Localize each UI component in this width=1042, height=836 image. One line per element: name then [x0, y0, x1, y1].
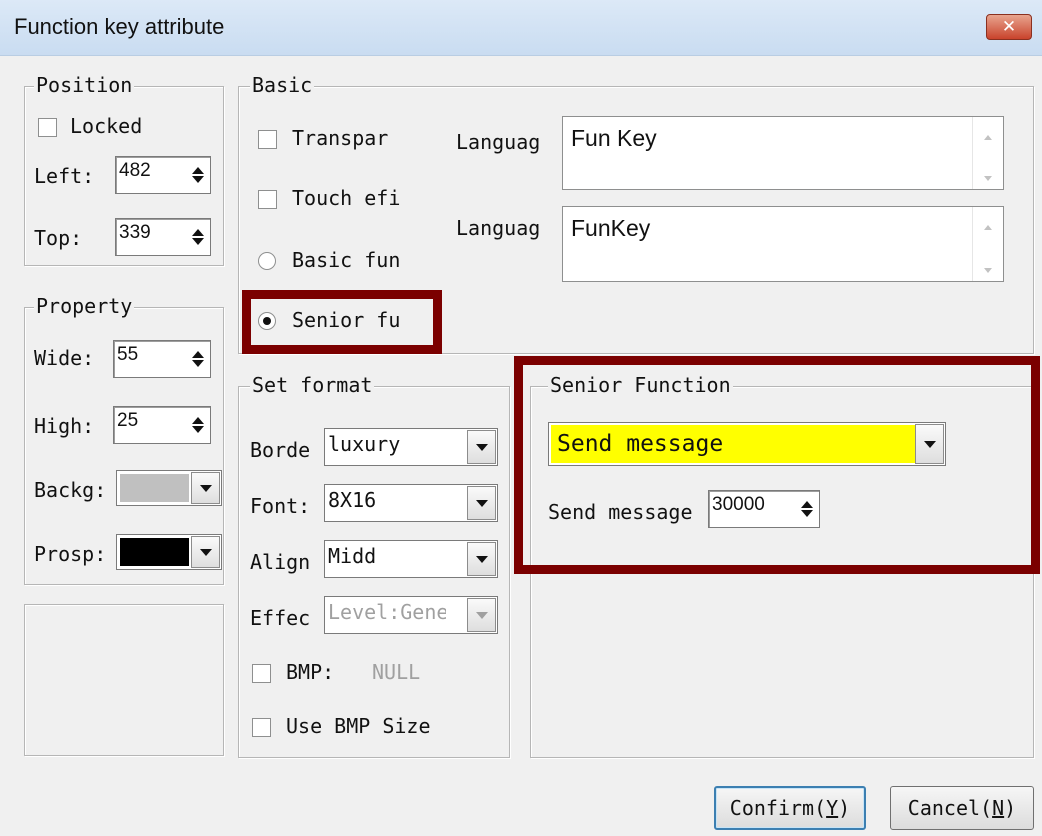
close-icon: ✕: [1001, 17, 1017, 37]
border-value: luxury: [328, 432, 401, 456]
touch-effect-label: Touch efi: [292, 186, 401, 210]
spin-arrows-icon[interactable]: [188, 409, 208, 441]
top-label: Top:: [34, 226, 83, 250]
align-select[interactable]: Midd: [324, 540, 498, 578]
basic-fun-radio[interactable]: [258, 252, 276, 270]
language2-value: FunKey: [571, 215, 651, 241]
language2-input[interactable]: FunKey: [562, 206, 1004, 282]
set-format-legend: Set format: [250, 373, 375, 397]
effect-label: Effec: [250, 606, 311, 630]
senior-function-value: Send message: [551, 425, 915, 463]
backg-color-picker[interactable]: [116, 470, 222, 506]
left-spinbox[interactable]: 482: [115, 156, 211, 194]
chevron-down-icon[interactable]: [467, 542, 496, 576]
font-value: 8X16: [328, 488, 377, 512]
position-legend: Position: [34, 73, 135, 97]
chevron-down-icon[interactable]: [915, 424, 944, 464]
language1-label: Languag: [456, 130, 541, 154]
language1-value: Fun Key: [571, 125, 657, 151]
spin-arrows-icon[interactable]: [188, 221, 208, 253]
chevron-down-icon[interactable]: [191, 472, 220, 504]
locked-label: Locked: [70, 114, 143, 138]
basic-fun-label: Basic fun: [292, 248, 401, 272]
spin-arrows-icon[interactable]: [188, 159, 208, 191]
senior-function-select[interactable]: Send message: [548, 422, 946, 466]
scroll-up-icon: [984, 225, 992, 230]
chevron-down-icon[interactable]: [467, 598, 496, 632]
senior-fu-label: Senior fu: [292, 308, 401, 332]
left-label: Left:: [34, 164, 95, 188]
cancel-button[interactable]: Cancel(N): [890, 786, 1034, 830]
high-value: 25: [117, 410, 139, 431]
send-message-label: Send message: [548, 500, 693, 524]
effect-select[interactable]: Level:Gene: [324, 596, 498, 634]
border-select[interactable]: luxury: [324, 428, 498, 466]
font-select[interactable]: 8X16: [324, 484, 498, 522]
prosp-color-picker[interactable]: [116, 534, 222, 570]
bmp-value: NULL: [372, 660, 421, 684]
window-title: Function key attribute: [14, 14, 225, 39]
align-value: Midd: [328, 544, 377, 568]
border-label: Borde: [250, 438, 311, 462]
locked-checkbox[interactable]: [38, 118, 57, 137]
use-bmp-size-label: Use BMP Size: [286, 714, 431, 738]
empty-panel: [24, 604, 224, 756]
close-button[interactable]: ✕: [986, 14, 1032, 40]
chevron-down-icon[interactable]: [467, 486, 496, 520]
high-label: High:: [34, 414, 95, 438]
use-bmp-size-checkbox[interactable]: [252, 718, 271, 737]
scrollbar[interactable]: [972, 117, 1003, 189]
scroll-down-icon: [984, 268, 992, 273]
backg-color-swatch: [120, 474, 189, 502]
transpar-label: Transpar: [292, 126, 389, 150]
prosp-label: Prosp:: [34, 542, 107, 566]
touch-effect-checkbox[interactable]: [258, 190, 277, 209]
chevron-down-icon[interactable]: [191, 536, 220, 568]
scroll-down-icon: [984, 176, 992, 181]
language2-label: Languag: [456, 216, 541, 240]
spin-arrows-icon[interactable]: [188, 343, 208, 375]
transpar-checkbox[interactable]: [258, 130, 277, 149]
scroll-up-icon: [984, 135, 992, 140]
language1-input[interactable]: Fun Key: [562, 116, 1004, 190]
property-legend: Property: [34, 294, 135, 318]
send-message-spinbox[interactable]: 30000: [708, 490, 820, 528]
bmp-label: BMP:: [286, 660, 335, 684]
align-label: Align: [250, 550, 311, 574]
confirm-button[interactable]: Confirm(Y): [714, 786, 866, 830]
top-value: 339: [119, 222, 151, 243]
senior-function-legend: Senior Function: [548, 373, 733, 397]
left-value: 482: [119, 160, 151, 181]
high-spinbox[interactable]: 25: [113, 406, 211, 444]
scrollbar[interactable]: [972, 207, 1003, 281]
wide-value: 55: [117, 344, 139, 365]
wide-spinbox[interactable]: 55: [113, 340, 211, 378]
basic-legend: Basic: [250, 73, 315, 97]
effect-value: Level:Gene: [328, 600, 446, 624]
spin-arrows-icon[interactable]: [797, 493, 817, 525]
prosp-color-swatch: [120, 538, 189, 566]
backg-label: Backg:: [34, 478, 107, 502]
font-label: Font:: [250, 494, 311, 518]
top-spinbox[interactable]: 339: [115, 218, 211, 256]
wide-label: Wide:: [34, 346, 95, 370]
bmp-checkbox[interactable]: [252, 664, 271, 683]
senior-fu-radio[interactable]: [258, 312, 276, 330]
chevron-down-icon[interactable]: [467, 430, 496, 464]
send-message-value: 30000: [712, 494, 765, 515]
